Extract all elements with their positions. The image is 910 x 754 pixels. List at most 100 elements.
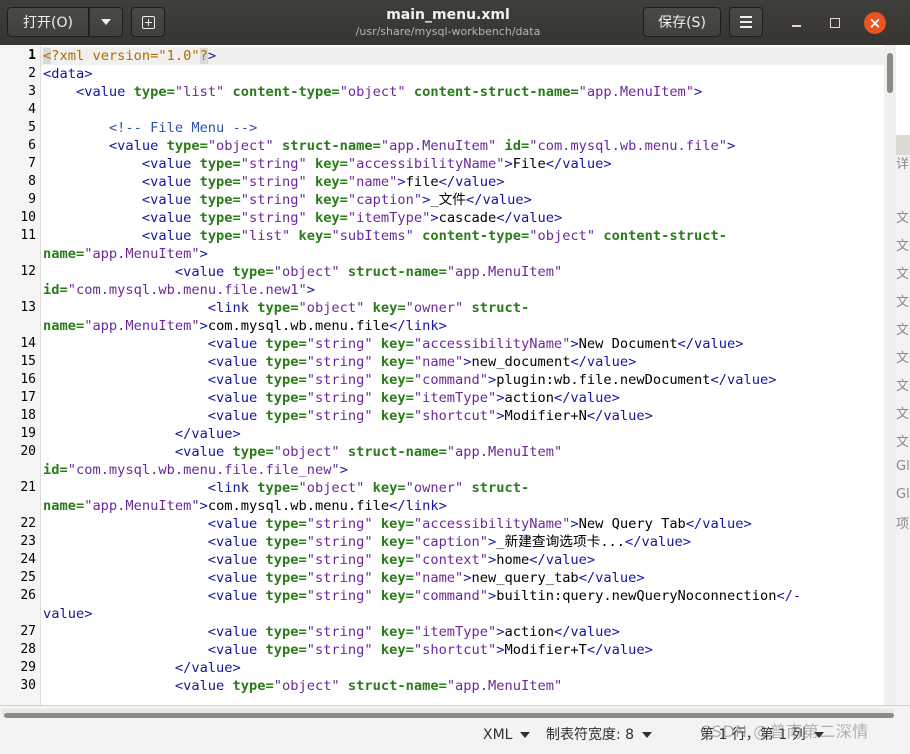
code-line[interactable]: 25 <value type="string" key="name">new_q… (0, 569, 886, 587)
code-line[interactable]: 21 <link type="object" key="owner" struc… (0, 479, 886, 497)
code-token: type= (199, 210, 241, 226)
code-text[interactable]: <value type="string" key="accessibilityN… (43, 515, 752, 533)
code-text[interactable]: <value type="string" key="itemType">acti… (43, 623, 620, 641)
code-token: </value> (529, 552, 596, 568)
code-line[interactable]: 13 <link type="object" key="owner" struc… (0, 299, 886, 317)
code-line[interactable]: 17 <value type="string" key="itemType">a… (0, 389, 886, 407)
code-line[interactable]: 10 <value type="string" key="itemType">c… (0, 209, 886, 227)
code-text[interactable]: <value type="string" key="itemType">casc… (43, 209, 562, 227)
code-line[interactable]: 3 <value type="list" content-type="objec… (0, 83, 886, 101)
code-line[interactable]: 28 <value type="string" key="shortcut">M… (0, 641, 886, 659)
code-text[interactable]: <value type="string" key="accessibilityN… (43, 155, 612, 173)
background-window-text: 文件 (896, 239, 910, 254)
code-line[interactable]: 9 <value type="string" key="caption">_文件… (0, 191, 886, 209)
code-line[interactable]: 5 <!-- File Menu --> (0, 119, 886, 137)
code-line[interactable]: 18 <value type="string" key="shortcut">M… (0, 407, 886, 425)
code-line[interactable]: 7 <value type="string" key="accessibilit… (0, 155, 886, 173)
code-text[interactable]: id="com.mysql.wb.menu.file.file_new"> (43, 461, 348, 479)
code-text[interactable]: </value> (43, 659, 241, 677)
code-text[interactable]: name="app.MenuItem"> (43, 245, 208, 263)
new-tab-button[interactable] (131, 7, 165, 37)
code-text[interactable]: <value type="list" key="subItems" conten… (43, 227, 727, 245)
code-token: > (694, 84, 703, 100)
code-text[interactable]: <value type="object" struct-name="app.Me… (43, 137, 735, 155)
code-token: <value (43, 210, 200, 226)
code-token: type= (199, 174, 241, 190)
code-line[interactable]: 11 <value type="list" key="subItems" con… (0, 227, 886, 245)
code-text[interactable]: <?xml version="1.0"?> (43, 47, 216, 65)
code-line[interactable]: 27 <value type="string" key="itemType">a… (0, 623, 886, 641)
code-line[interactable]: 24 <value type="string" key="context">ho… (0, 551, 886, 569)
text-editor[interactable]: 1 <?xml version="1.0"?> 2 <data> 3 <value ty… (0, 45, 896, 705)
tab-width-selector[interactable]: 制表符宽度: 8 (546, 724, 653, 746)
code-text[interactable]: <value type="string" key="caption">_新建查询… (43, 533, 691, 551)
code-token: > (339, 462, 348, 478)
code-line[interactable]: value> (0, 605, 886, 623)
code-text[interactable]: <link type="object" key="owner" struct- (43, 479, 529, 497)
code-text[interactable]: name="app.MenuItem">com.mysql.wb.menu.fi… (43, 317, 447, 335)
background-window-text: 文件 (896, 407, 910, 422)
code-line[interactable]: 6 <value type="object" struct-name="app.… (0, 137, 886, 155)
line-number: 15 (20, 354, 36, 369)
code-line[interactable]: name="app.MenuItem">com.mysql.wb.menu.fi… (0, 497, 886, 515)
code-text[interactable]: <value type="string" key="name">new_quer… (43, 569, 645, 587)
maximize-button[interactable] (824, 12, 846, 34)
code-text[interactable]: id="com.mysql.wb.menu.file.new1"> (43, 281, 315, 299)
code-line[interactable]: id="com.mysql.wb.menu.file.file_new"> (0, 461, 886, 479)
code-text[interactable]: <value type="object" struct-name="app.Me… (43, 263, 562, 281)
code-token: "string" (240, 192, 315, 208)
code-line[interactable]: 20 <value type="object" struct-name="app… (0, 443, 886, 461)
code-text[interactable]: <value type="string" key="name">new_docu… (43, 353, 637, 371)
code-line[interactable]: 4 (0, 101, 886, 119)
code-text[interactable]: <value type="string" key="itemType">acti… (43, 389, 620, 407)
vertical-scrollbar[interactable] (884, 45, 896, 705)
code-text[interactable]: <!-- File Menu --> (43, 119, 257, 137)
code-text[interactable]: <value type="string" key="command">built… (43, 587, 801, 605)
code-text[interactable]: <value type="string" key="shortcut">Modi… (43, 407, 653, 425)
code-line[interactable]: name="app.MenuItem">com.mysql.wb.menu.fi… (0, 317, 886, 335)
code-line[interactable]: 16 <value type="string" key="command">pl… (0, 371, 886, 389)
code-text[interactable]: <value type="string" key="caption">_文件</… (43, 191, 532, 209)
code-line[interactable]: 23 <value type="string" key="caption">_新… (0, 533, 886, 551)
code-text[interactable]: <value type="string" key="shortcut">Modi… (43, 641, 653, 659)
save-button[interactable]: 保存(S) (643, 7, 721, 37)
vertical-scrollbar-thumb[interactable] (887, 53, 893, 93)
code-text[interactable]: name="app.MenuItem">com.mysql.wb.menu.fi… (43, 497, 447, 515)
code-text[interactable]: <value type="string" key="context">home<… (43, 551, 595, 569)
code-line[interactable]: 19 </value> (0, 425, 886, 443)
code-token: struct- (471, 300, 530, 316)
code-text[interactable]: <value type="object" struct-name="app.Me… (43, 443, 562, 461)
code-text[interactable]: <link type="object" key="owner" struct- (43, 299, 529, 317)
code-line[interactable]: 8 <value type="string" key="name">file</… (0, 173, 886, 191)
code-line[interactable]: name="app.MenuItem"> (0, 245, 886, 263)
code-line[interactable]: 26 <value type="string" key="command">bu… (0, 587, 886, 605)
code-text[interactable]: <data> (43, 65, 92, 83)
code-line[interactable]: 2 <data> (0, 65, 886, 83)
horizontal-scrollbar[interactable] (2, 709, 894, 718)
code-token: </value> (553, 624, 620, 640)
code-line[interactable]: 29 </value> (0, 659, 886, 677)
code-line[interactable]: 22 <value type="string" key="accessibili… (0, 515, 886, 533)
code-line[interactable]: 1 <?xml version="1.0"?> (0, 47, 886, 65)
code-text[interactable]: <value type="string" key="accessibilityN… (43, 335, 744, 353)
code-text[interactable]: <value type="string" key="name">file</va… (43, 173, 505, 191)
code-token: > (570, 336, 579, 352)
open-recent-dropdown-button[interactable] (89, 7, 123, 37)
code-line[interactable]: 15 <value type="string" key="name">new_d… (0, 353, 886, 371)
code-text[interactable]: <value type="list" content-type="object"… (43, 83, 702, 101)
code-text[interactable]: </value> (43, 425, 241, 443)
open-button[interactable]: 打开(O) (7, 7, 89, 37)
minimize-button[interactable] (785, 12, 807, 34)
code-line[interactable]: id="com.mysql.wb.menu.file.new1"> (0, 281, 886, 299)
code-text[interactable]: <value type="string" key="command">plugi… (43, 371, 777, 389)
code-line[interactable]: 14 <value type="string" key="accessibili… (0, 335, 886, 353)
code-line[interactable]: 30 <value type="object" struct-name="app… (0, 677, 886, 695)
code-token: "app.MenuItem" (84, 246, 200, 262)
language-selector[interactable]: XML (483, 724, 531, 746)
code-text[interactable]: value> (43, 605, 92, 623)
close-button[interactable]: × (864, 12, 886, 34)
code-line[interactable]: 12 <value type="object" struct-name="app… (0, 263, 886, 281)
code-token: <!-- File Menu --> (43, 120, 258, 136)
code-text[interactable]: <value type="object" struct-name="app.Me… (43, 677, 562, 695)
main-menu-button[interactable] (729, 7, 763, 37)
